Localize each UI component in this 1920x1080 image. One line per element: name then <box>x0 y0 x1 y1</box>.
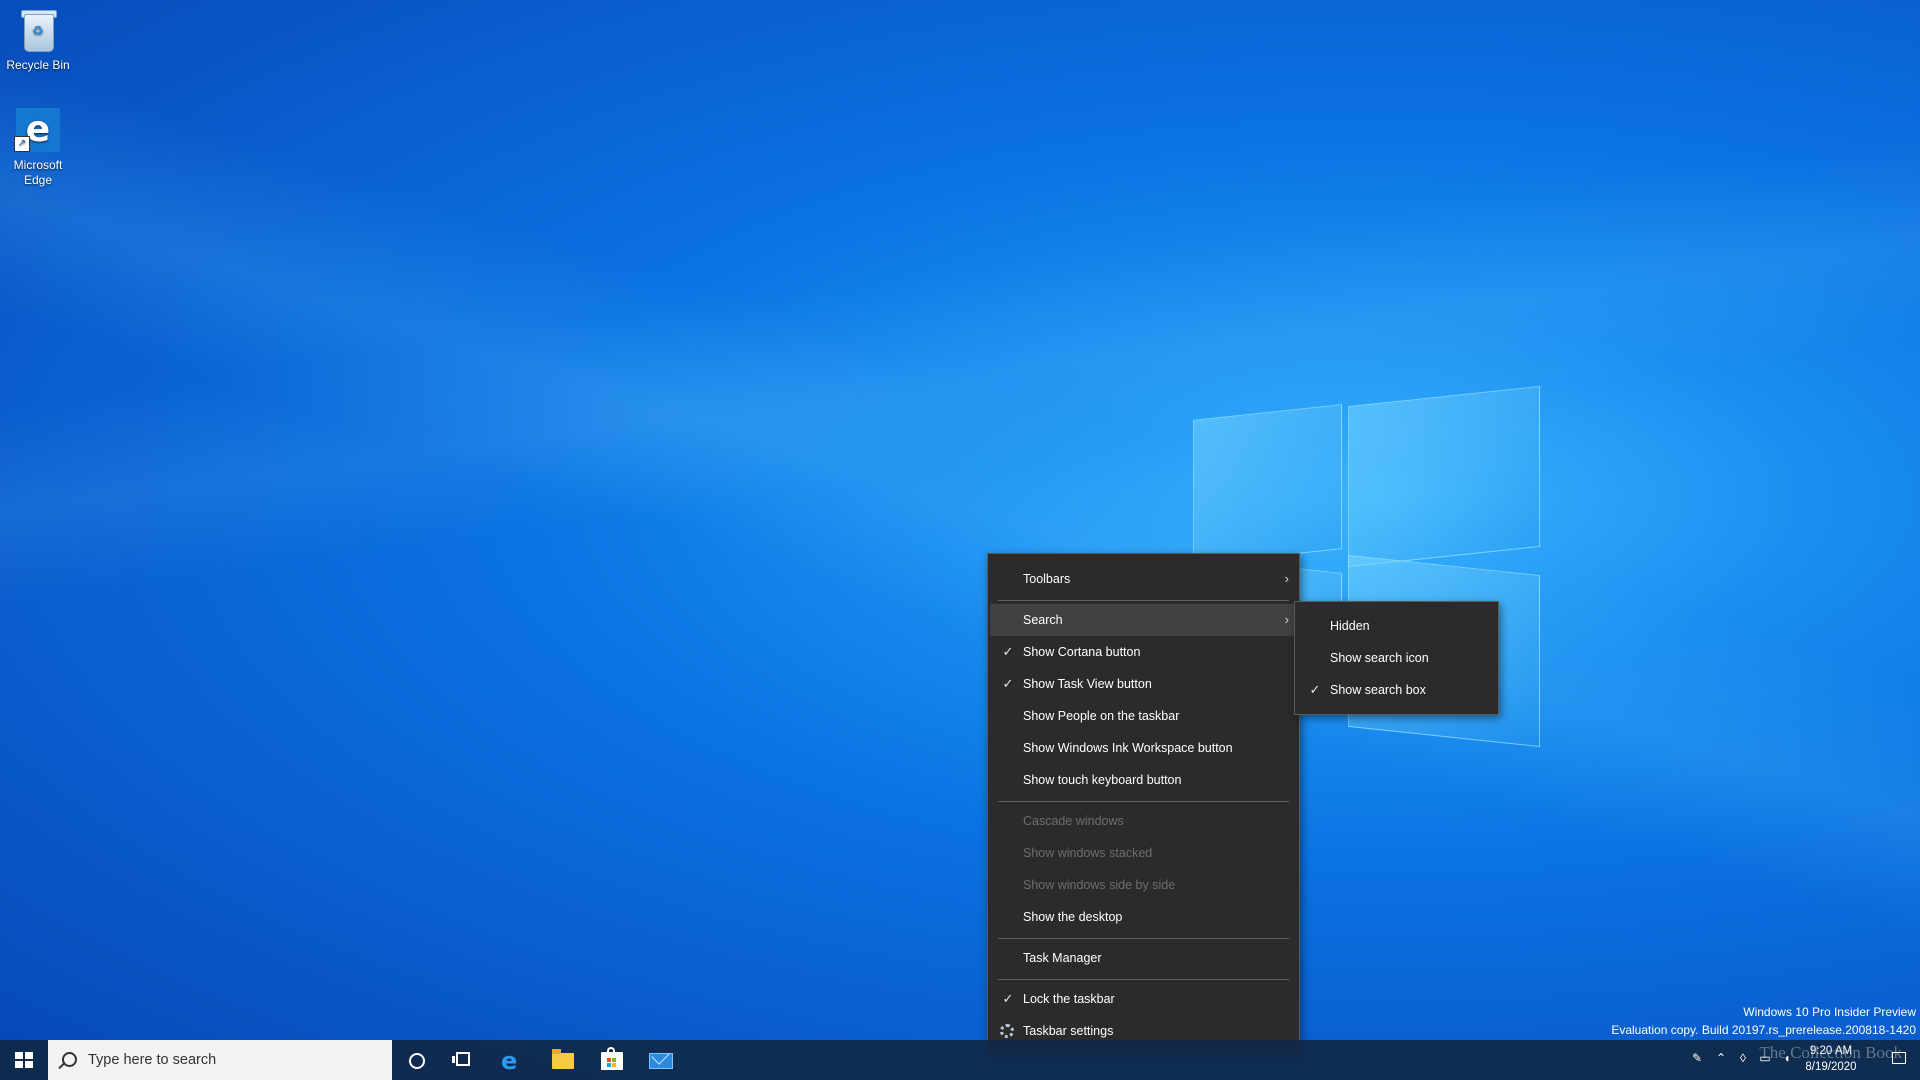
menu-item-show-task-view-button[interactable]: ✓ Show Task View button <box>990 668 1297 700</box>
store-icon <box>601 1047 623 1070</box>
cortana-button[interactable] <box>392 1040 440 1080</box>
submenu-item-show-search-box[interactable]: ✓ Show search box <box>1297 674 1496 706</box>
taskbar-file-explorer-button[interactable] <box>539 1040 587 1080</box>
menu-item-show-windows-stacked: Show windows stacked <box>1023 846 1153 860</box>
wallpaper-light-beam <box>0 0 1920 1080</box>
search-icon <box>62 1052 77 1067</box>
taskbar-clock[interactable]: 9:20 AM 8/19/2020 <box>1796 1043 1866 1075</box>
recycle-bin-icon: ♻ <box>14 6 62 54</box>
checkmark-icon: ✓ <box>1002 644 1014 659</box>
menu-separator <box>998 801 1289 802</box>
menu-separator <box>998 938 1289 939</box>
windows-logo-icon <box>15 1052 33 1068</box>
desktop-icon-label: Microsoft Edge <box>13 158 63 187</box>
menu-item-show-windows-ink[interactable]: Show Windows Ink Workspace button <box>990 732 1297 764</box>
menu-item-show-people[interactable]: Show People on the taskbar <box>990 700 1297 732</box>
taskbar-store-button[interactable] <box>588 1040 636 1080</box>
search-placeholder: Type here to search <box>88 1052 217 1068</box>
menu-separator <box>998 979 1289 980</box>
chevron-up-icon[interactable]: ⌃ <box>1714 1051 1728 1065</box>
chevron-right-icon: › <box>1284 612 1289 627</box>
menu-item-show-windows-side-by-side: Show windows side by side <box>1023 878 1176 892</box>
action-center-icon[interactable] <box>1892 1052 1906 1064</box>
cortana-icon <box>409 1053 425 1069</box>
file-explorer-icon <box>552 1049 574 1069</box>
defender-icon[interactable]: ◊ <box>1736 1051 1750 1065</box>
chevron-right-icon: › <box>1284 571 1289 586</box>
menu-item-lock-the-taskbar[interactable]: ✓ Lock the taskbar <box>990 983 1297 1015</box>
menu-item-show-the-desktop[interactable]: Show the desktop <box>990 901 1297 933</box>
taskbar-edge-button[interactable]: e <box>490 1040 538 1080</box>
edge-icon: e <box>501 1047 518 1075</box>
menu-item-cascade-windows: Cascade windows <box>1023 814 1124 828</box>
menu-item-search[interactable]: Search › <box>990 604 1297 636</box>
desktop-icon-microsoft-edge[interactable]: e ↗ Microsoft Edge <box>0 106 76 188</box>
checkmark-icon: ✓ <box>1309 682 1321 697</box>
pen-workspace-icon[interactable]: ✎ <box>1690 1051 1704 1065</box>
wallpaper-logo-pane <box>1193 404 1342 565</box>
wallpaper-light-beam <box>0 0 1920 1080</box>
task-view-icon <box>452 1052 470 1066</box>
menu-item-show-cortana-button[interactable]: ✓ Show Cortana button <box>990 636 1297 668</box>
menu-separator <box>998 600 1289 601</box>
wallpaper-logo-pane <box>1348 385 1540 568</box>
desktop-icon-recycle-bin[interactable]: ♻ Recycle Bin <box>0 6 76 73</box>
mail-icon <box>649 1053 673 1069</box>
submenu-item-show-search-icon[interactable]: Show search icon <box>1297 642 1496 674</box>
menu-item-task-manager[interactable]: Task Manager <box>990 942 1297 974</box>
submenu-item-hidden[interactable]: Hidden <box>1297 610 1496 642</box>
task-view-button[interactable] <box>440 1040 488 1080</box>
edge-icon: e ↗ <box>14 106 62 154</box>
taskbar: Type here to search e <box>0 1040 1920 1080</box>
gear-icon <box>1000 1024 1014 1038</box>
start-button[interactable] <box>0 1040 48 1080</box>
menu-item-show-touch-keyboard[interactable]: Show touch keyboard button <box>990 764 1297 796</box>
taskbar-search-box[interactable]: Type here to search <box>48 1040 392 1080</box>
search-submenu: Hidden Show search icon ✓ Show search bo… <box>1294 601 1499 715</box>
build-watermark: Windows 10 Pro Insider Preview Evaluatio… <box>1611 1005 1916 1037</box>
desktop-icon-label: Recycle Bin <box>6 58 70 72</box>
shortcut-arrow-icon: ↗ <box>14 136 30 152</box>
taskbar-context-menu: Toolbars › Search › ✓ Show Cortana butto… <box>987 553 1300 1055</box>
taskbar-mail-button[interactable] <box>637 1040 685 1080</box>
checkmark-icon: ✓ <box>1002 676 1014 691</box>
menu-item-toolbars[interactable]: Toolbars › <box>990 563 1297 595</box>
checkmark-icon: ✓ <box>1002 991 1014 1006</box>
